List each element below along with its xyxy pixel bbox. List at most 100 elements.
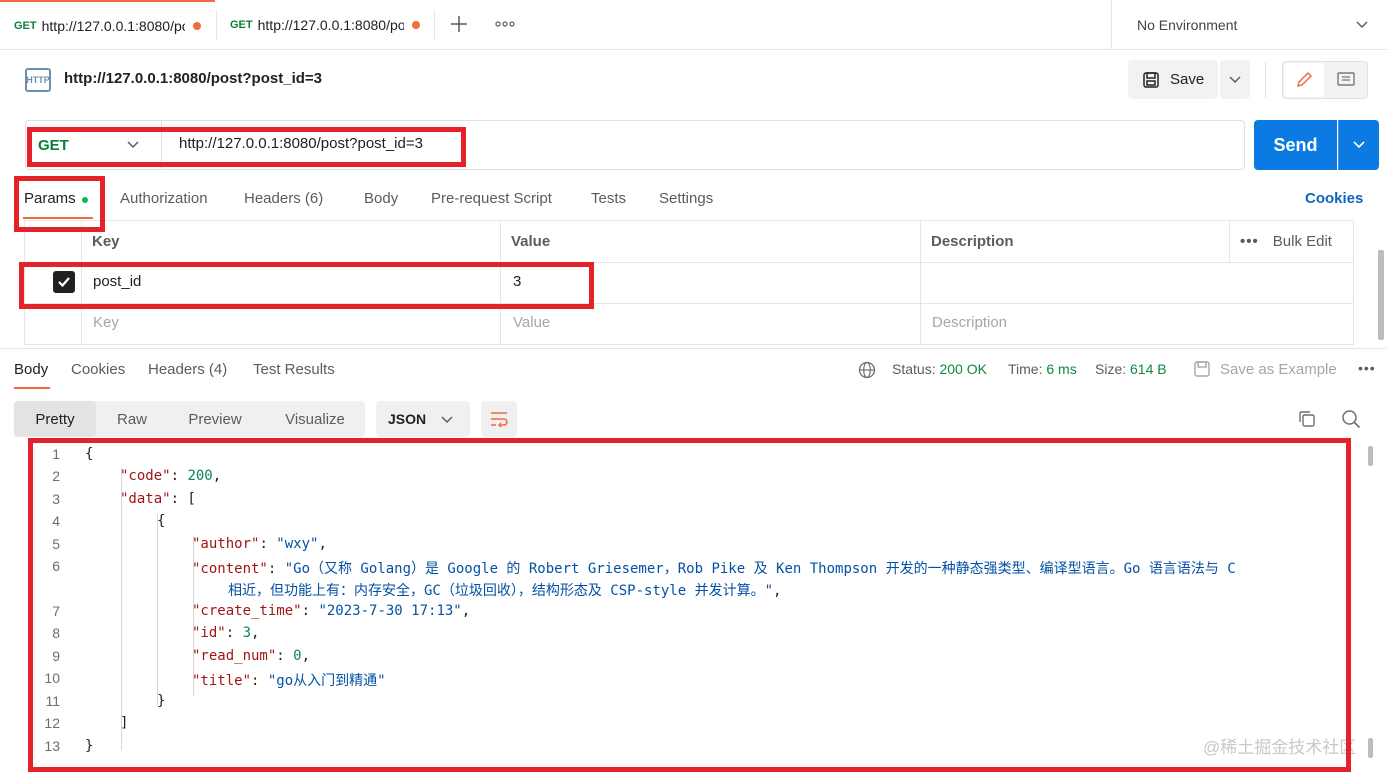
search-icon[interactable]: [1341, 409, 1361, 432]
chevron-down-icon: [441, 416, 453, 424]
json-key: "create_time": [192, 603, 302, 619]
code-scrollbar-bottom[interactable]: [1368, 738, 1373, 758]
response-divider: [0, 348, 1387, 349]
save-as-example-button[interactable]: Save as Example: [1193, 360, 1337, 378]
json-number: 0: [293, 648, 302, 664]
request-title[interactable]: http://127.0.0.1:8080/post?post_id=3: [64, 70, 322, 87]
view-pretty[interactable]: Pretty: [14, 401, 96, 437]
new-param-value-input[interactable]: Value: [513, 314, 550, 331]
status-label: Status:: [892, 361, 936, 377]
table-divider: [920, 220, 921, 345]
json-string: "2023-7-30 17:13": [318, 603, 462, 619]
response-more-icon[interactable]: •••: [1358, 360, 1376, 376]
code-text: "data": [: [120, 491, 196, 507]
edit-mode-button[interactable]: [1284, 63, 1324, 97]
view-raw[interactable]: Raw: [98, 401, 166, 437]
more-icon: •••: [1240, 233, 1259, 250]
format-label: JSON: [388, 411, 427, 427]
tab-tests[interactable]: Tests: [591, 190, 626, 207]
response-tab-body[interactable]: Body: [14, 361, 48, 378]
save-icon: [1143, 71, 1159, 88]
cookies-link[interactable]: Cookies: [1305, 190, 1363, 207]
new-param-key-input[interactable]: Key: [93, 314, 119, 331]
format-select[interactable]: JSON: [376, 401, 470, 437]
line-number: 8: [52, 625, 60, 641]
code-text: "code": 200,: [120, 468, 222, 484]
send-button[interactable]: Send: [1254, 120, 1337, 170]
save-label: Save: [1170, 71, 1205, 88]
wrap-lines-button[interactable]: [481, 401, 517, 437]
response-tab-test-results[interactable]: Test Results: [253, 361, 335, 378]
bulk-edit-button[interactable]: ••• Bulk Edit: [1240, 233, 1332, 250]
time-info: Time: 6 ms: [1008, 361, 1077, 377]
line-number: 2: [52, 468, 60, 484]
save-icon: [1194, 361, 1210, 377]
code-text: {: [157, 513, 166, 529]
param-value[interactable]: 3: [513, 273, 521, 290]
tab-body[interactable]: Body: [364, 190, 398, 207]
view-preview[interactable]: Preview: [170, 401, 260, 437]
tab-params[interactable]: Params: [24, 190, 76, 207]
method-select[interactable]: GET: [26, 121, 162, 169]
indent-guide: [157, 514, 158, 706]
copy-icon[interactable]: [1297, 409, 1317, 432]
checkmark-icon: [58, 277, 70, 288]
send-options-button[interactable]: [1338, 120, 1379, 170]
save-options-button[interactable]: [1220, 60, 1250, 99]
table-divider: [24, 262, 1354, 263]
code-scrollbar[interactable]: [1368, 446, 1373, 466]
params-active-dot-icon: [82, 197, 88, 203]
active-tab-underline: [14, 387, 50, 389]
line-number: 3: [52, 491, 60, 507]
documentation-button[interactable]: [1326, 63, 1366, 97]
status-info: Status: 200 OK: [892, 361, 987, 377]
code-text: "create_time": "2023-7-30 17:13",: [192, 603, 471, 619]
tab-settings[interactable]: Settings: [659, 190, 713, 207]
line-number: 12: [44, 715, 60, 731]
watermark: @稀土掘金技术社区: [1203, 738, 1357, 757]
tab-url: http://127.0.0.1:8080/post?post_id=3: [41, 18, 185, 34]
request-tab-2[interactable]: GET http://127.0.0.1:8080/post: [216, 0, 434, 50]
url-input[interactable]: [179, 135, 1219, 152]
response-tab-headers[interactable]: Headers (4): [148, 361, 227, 378]
code-text: {: [85, 446, 94, 462]
line-number: 13: [44, 738, 60, 754]
tab-authorization[interactable]: Authorization: [120, 190, 208, 207]
new-tab-plus-icon[interactable]: [449, 14, 469, 34]
save-button[interactable]: Save: [1128, 60, 1218, 99]
view-visualize[interactable]: Visualize: [265, 401, 365, 437]
json-key: "code": [120, 468, 171, 484]
response-tab-cookies[interactable]: Cookies: [71, 361, 125, 378]
code-text: "content": "Go（又称 Golang）是 Google 的 Robe…: [192, 561, 1236, 577]
code-text: }: [85, 738, 94, 754]
send-label: Send: [1273, 134, 1318, 155]
column-header-description: Description: [931, 233, 1014, 250]
save-example-label: Save as Example: [1220, 360, 1337, 378]
tab-headers[interactable]: Headers (6): [244, 190, 323, 207]
json-key: "data": [120, 491, 171, 507]
new-param-description-input[interactable]: Description: [932, 314, 1007, 331]
method-label: GET: [38, 136, 69, 154]
column-header-value: Value: [511, 233, 551, 250]
line-number: 5: [52, 536, 60, 552]
request-tab-1[interactable]: GET http://127.0.0.1:8080/post?post_id=3: [0, 0, 215, 50]
comment-icon: [1337, 72, 1355, 86]
globe-icon[interactable]: [858, 361, 876, 382]
tab-url: http://127.0.0.1:8080/post: [257, 17, 404, 33]
environment-label: No Environment: [1137, 17, 1238, 33]
line-number: 9: [52, 648, 60, 664]
environment-select[interactable]: No Environment: [1111, 0, 1387, 50]
wrap-lines-icon: [491, 412, 508, 428]
tab-pre-request-script[interactable]: Pre-request Script: [431, 190, 552, 207]
tab-separator: [434, 10, 435, 40]
code-text: "title": "go从入门到精通": [192, 673, 386, 689]
param-checkbox[interactable]: [53, 271, 75, 293]
params-scrollbar[interactable]: [1378, 250, 1384, 340]
line-number: 1: [52, 446, 60, 462]
param-key[interactable]: post_id: [93, 273, 141, 290]
table-divider: [24, 303, 1354, 304]
json-string: "go从入门到精通": [267, 673, 386, 689]
chevron-down-icon: [1356, 21, 1368, 29]
more-tabs-icon[interactable]: [494, 14, 516, 34]
json-key: "author": [192, 536, 260, 552]
